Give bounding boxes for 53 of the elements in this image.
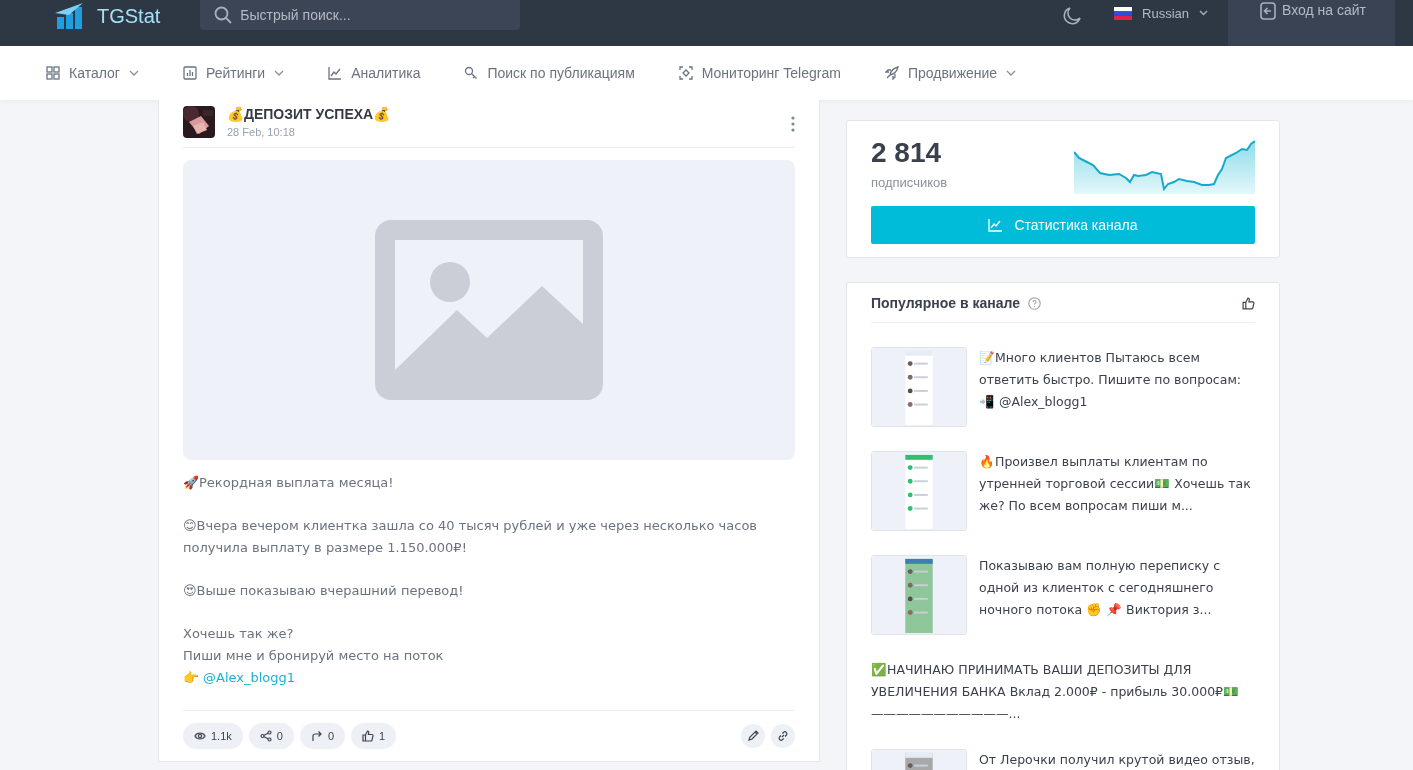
moon-icon[interactable] xyxy=(1062,6,1083,26)
nav-menu-item[interactable]: Аналитика xyxy=(328,65,421,81)
nav-menu-item[interactable]: Поиск по публикациям xyxy=(464,65,635,81)
image-placeholder-icon xyxy=(375,220,603,400)
stat-pill[interactable]: 1 xyxy=(351,723,397,749)
section-title: Популярное в канале xyxy=(871,295,1020,311)
subscriber-label: подписчиков xyxy=(871,175,948,190)
stat-pill[interactable]: 0 xyxy=(248,723,294,749)
post-date: 28 Feb, 10:18 xyxy=(227,126,296,138)
nav-menu-item[interactable]: Рейтинги xyxy=(182,65,285,81)
login-icon xyxy=(1260,2,1276,20)
pencil-icon xyxy=(747,730,759,742)
popular-post-link[interactable]: ✅НАЧИНАЮ ПРИНИМАТЬ ВАШИ ДЕПОЗИТЫ ДЛЯ УВЕЛИЧЕНИЯ БАНКА Вклад 2.000₽ - прибыль 30.000₽💵 ———————————... xyxy=(871,659,1255,725)
scan-icon xyxy=(678,66,693,80)
line-chart-icon xyxy=(328,66,343,80)
link-icon xyxy=(777,730,789,742)
language-select[interactable]: Russian xyxy=(1114,5,1208,21)
forward-icon xyxy=(310,730,323,742)
post-text: 😊Вчера вечером клиентка зашла со 40 тысяч рублей и уже через несколько часов получила выплату в размере 1.150.000₽! xyxy=(183,517,759,557)
post-text: 🚀Рекордная выплата месяца! xyxy=(183,474,395,492)
popular-post-link[interactable]: От Лерочки получил крутой видео отзыв, xyxy=(979,749,1255,770)
thumbs-up-icon[interactable] xyxy=(1242,296,1255,310)
stat-pill[interactable]: 1.1k xyxy=(183,723,243,749)
popular-post-link[interactable]: 🔥Произвел выплаты клиентам по утренней торговой сессии💵 Хочешь так же? По всем вопросам пиши м... xyxy=(979,451,1255,517)
copy-link-button[interactable] xyxy=(771,724,795,748)
popular-post-link[interactable]: Показываю вам полную переписку с одной из клиенток с сегодняшнего ночного потока ✊ 📌 Виктория з... xyxy=(979,555,1255,621)
search-field[interactable]: Быстрый поиск... xyxy=(200,0,521,30)
eye-icon xyxy=(194,730,206,742)
more-icon[interactable] xyxy=(791,116,795,132)
edit-button[interactable] xyxy=(741,724,765,748)
grid-icon xyxy=(46,66,60,80)
channel-title[interactable]: 💰ДЕПОЗИТ УСПЕХА💰 xyxy=(227,106,391,122)
nav-menu-item[interactable]: Продвижение xyxy=(884,65,1017,81)
stat-pill[interactable]: 0 xyxy=(299,723,346,749)
search-icon xyxy=(464,66,479,80)
share-icon xyxy=(259,730,272,742)
nav-menu-item[interactable]: Каталог xyxy=(46,65,139,81)
search-icon xyxy=(214,6,233,24)
thumbs-up-icon xyxy=(362,730,375,742)
post-text: Хочешь так же? xyxy=(183,625,295,643)
line-chart-icon xyxy=(988,218,1003,232)
flag-icon xyxy=(1114,6,1133,20)
logo-text[interactable]: TGStat xyxy=(97,4,161,28)
caret-icon xyxy=(1199,10,1208,16)
post-text: Пиши мне и бронируй место на поток xyxy=(183,647,445,665)
subscriber-count: 2 814 xyxy=(871,137,943,169)
bar-chart-icon xyxy=(182,66,197,80)
login-button[interactable]: Вход на сайт xyxy=(1228,0,1395,46)
post-text: 😍Выше показываю вчерашний перевод! xyxy=(183,582,465,600)
nav-menu-item[interactable]: Мониторинг Telegram xyxy=(678,65,841,81)
popular-post-link[interactable]: 📝Много клиентов Пытаюсь всем ответить быстро. Пишите по вопросам: 📲 @Alex_blogg1 xyxy=(979,347,1255,413)
rocket-icon xyxy=(884,66,899,80)
pointing-emoji: 👉 xyxy=(183,669,199,687)
